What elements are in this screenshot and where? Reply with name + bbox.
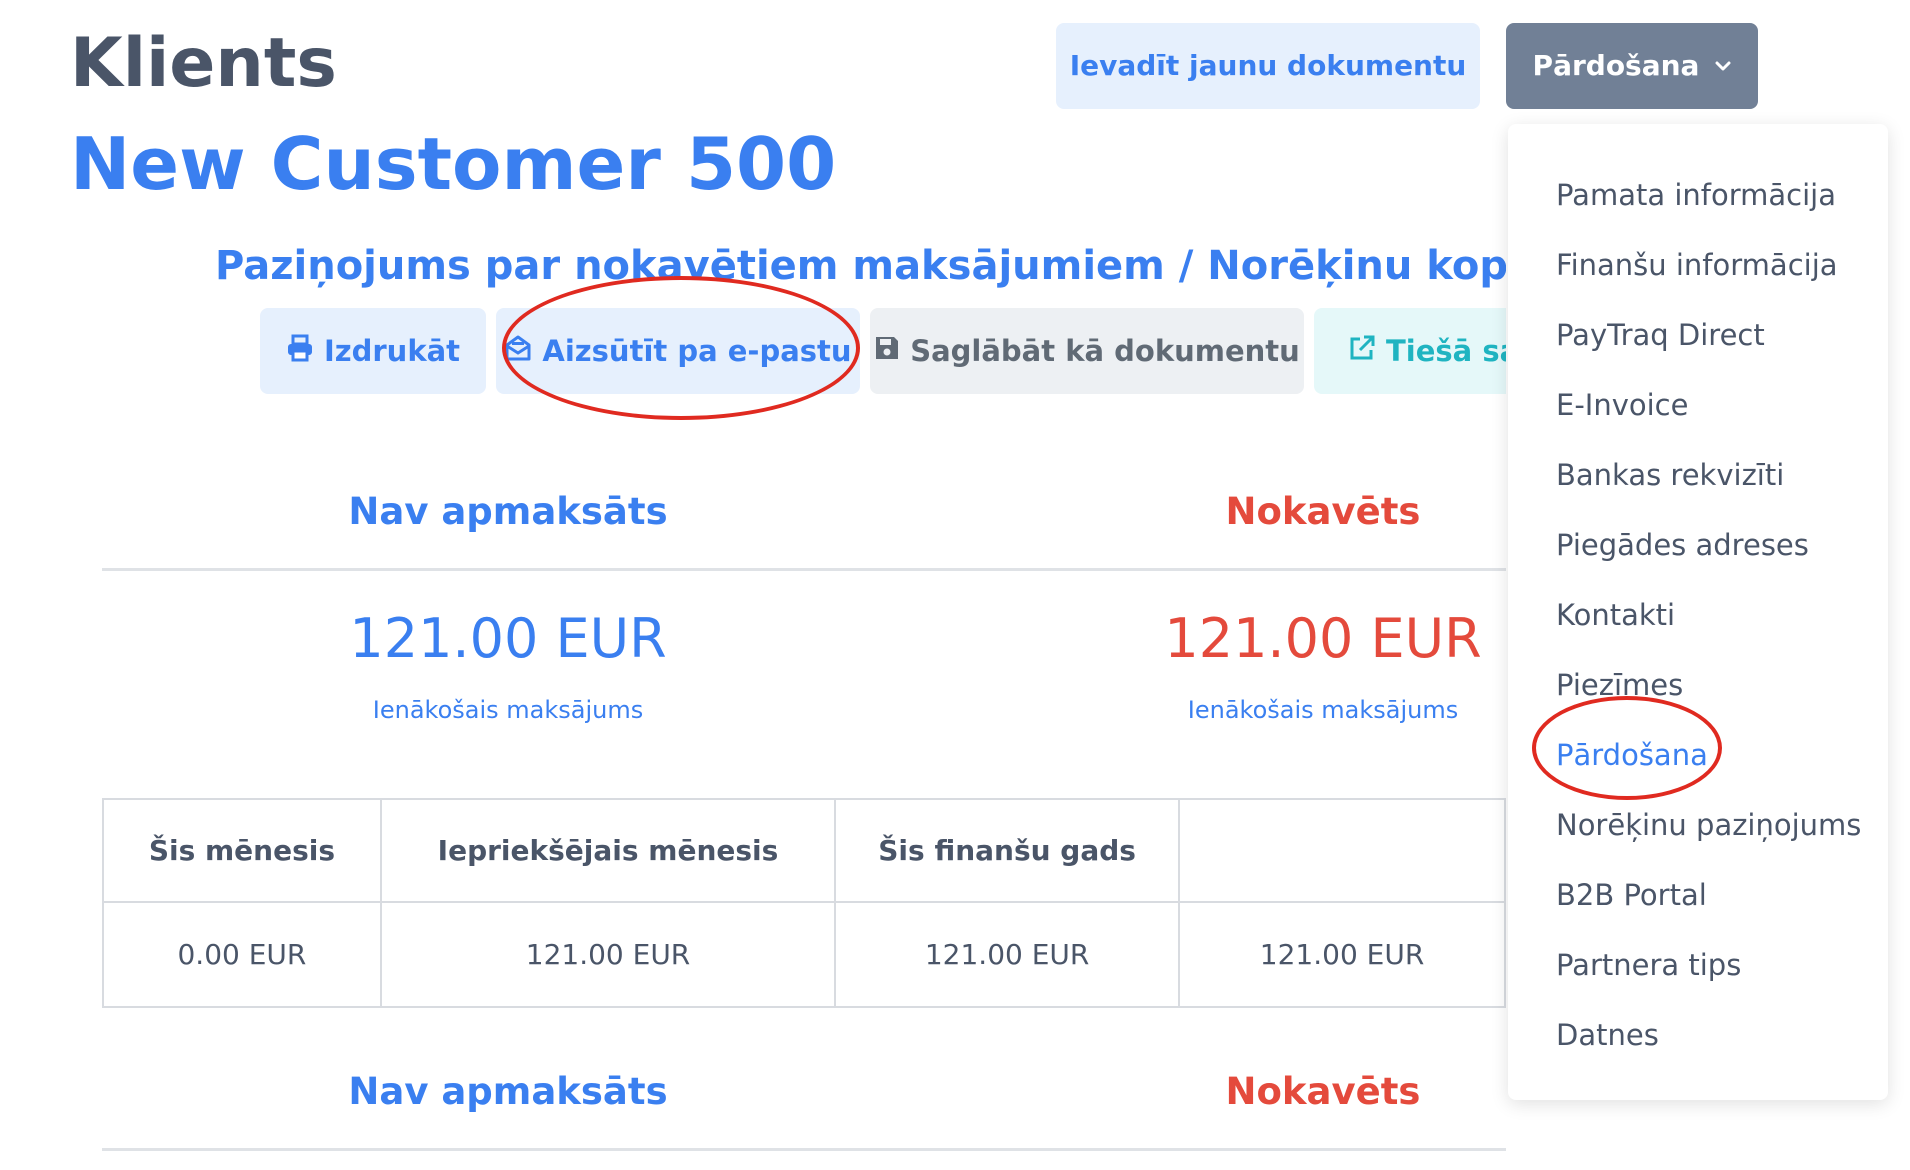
overdue-heading: Nokavēts: [1225, 1070, 1421, 1113]
unpaid-heading: Nav apmaksāts: [348, 1070, 668, 1113]
direct-link-button[interactable]: Tiešā saite: [1314, 308, 1506, 394]
unpaid-amount: 121.00 EUR: [349, 607, 667, 670]
menu-item-bank-details[interactable]: Bankas rekvizīti: [1556, 461, 1784, 490]
column-header: [1178, 798, 1506, 903]
table-cell: 121.00 EUR: [1178, 901, 1506, 1008]
page-label: Klients: [70, 24, 337, 103]
menu-item-paytraq-direct[interactable]: PayTraq Direct: [1556, 321, 1765, 350]
column-header: Iepriekšējais mēnesis: [379, 798, 837, 903]
sales-dropdown-label: Pārdošana: [1532, 49, 1700, 82]
save-as-document-label: Saglābāt kā dokumentu: [910, 334, 1300, 368]
send-email-button[interactable]: Aizsūtīt pa e-pastu: [496, 308, 860, 394]
printer-icon: [286, 334, 314, 369]
sales-dropdown-button[interactable]: Pārdošana: [1506, 23, 1758, 109]
send-email-label: Aizsūtīt pa e-pastu: [542, 334, 852, 368]
unpaid-incoming-payment-link[interactable]: Ienākošais maksājums: [248, 696, 768, 724]
period-totals-table: Šis mēnesis Iepriekšējais mēnesis Šis fi…: [102, 798, 1506, 1008]
statement-title: Paziņojums par nokavētiem maksājumiem / …: [215, 243, 1506, 289]
envelope-open-icon: [504, 334, 532, 369]
divider: [102, 568, 1506, 571]
sales-dropdown-menu: Pamata informācija Finanšu informācija P…: [1508, 124, 1888, 1100]
new-document-label: Ievadīt jaunu dokumentu: [1069, 49, 1467, 82]
statement-panel: Paziņojums par nokavētiem maksājumiem / …: [0, 220, 1506, 1170]
menu-item-statement[interactable]: Norēķinu paziņojums: [1556, 811, 1861, 840]
menu-item-partner-type[interactable]: Partnera tips: [1556, 951, 1741, 980]
menu-item-financial-info[interactable]: Finanšu informācija: [1556, 251, 1838, 280]
menu-item-sales[interactable]: Pārdošana: [1556, 741, 1708, 770]
menu-item-files[interactable]: Datnes: [1556, 1021, 1659, 1050]
customer-name: New Customer 500: [70, 122, 837, 206]
menu-item-e-invoice[interactable]: E-Invoice: [1556, 391, 1688, 420]
external-link-icon: [1348, 334, 1376, 369]
direct-link-label: Tiešā saite: [1386, 334, 1506, 368]
menu-item-b2b-portal[interactable]: B2B Portal: [1556, 881, 1707, 910]
floppy-disk-icon: [874, 334, 900, 368]
print-button[interactable]: Izdrukāt: [260, 308, 486, 394]
chevron-down-icon: [1715, 58, 1731, 76]
save-as-document-button[interactable]: Saglābāt kā dokumentu: [870, 308, 1304, 394]
table-cell: 121.00 EUR: [379, 901, 837, 1008]
print-label: Izdrukāt: [323, 334, 461, 368]
column-header: Šis mēnesis: [102, 798, 382, 903]
menu-item-basic-info[interactable]: Pamata informācija: [1556, 181, 1836, 210]
divider: [102, 1148, 1506, 1151]
table-cell: 121.00 EUR: [834, 901, 1181, 1008]
overdue-heading: Nokavēts: [1225, 490, 1421, 533]
menu-item-contacts[interactable]: Kontakti: [1556, 601, 1675, 630]
unpaid-heading: Nav apmaksāts: [348, 490, 668, 533]
menu-item-notes[interactable]: Piezīmes: [1556, 671, 1683, 700]
column-header: Šis finanšu gads: [834, 798, 1181, 903]
overdue-amount: 121.00 EUR: [1164, 607, 1482, 670]
menu-item-delivery-addresses[interactable]: Piegādes adreses: [1556, 531, 1809, 560]
table-cell: 0.00 EUR: [102, 901, 382, 1008]
new-document-button[interactable]: Ievadīt jaunu dokumentu: [1056, 23, 1480, 109]
table-row: 0.00 EUR 121.00 EUR 121.00 EUR 121.00 EU…: [102, 901, 1506, 1008]
overdue-incoming-payment-link[interactable]: Ienākošais maksājums: [1063, 696, 1506, 724]
table-header-row: Šis mēnesis Iepriekšējais mēnesis Šis fi…: [102, 798, 1506, 903]
